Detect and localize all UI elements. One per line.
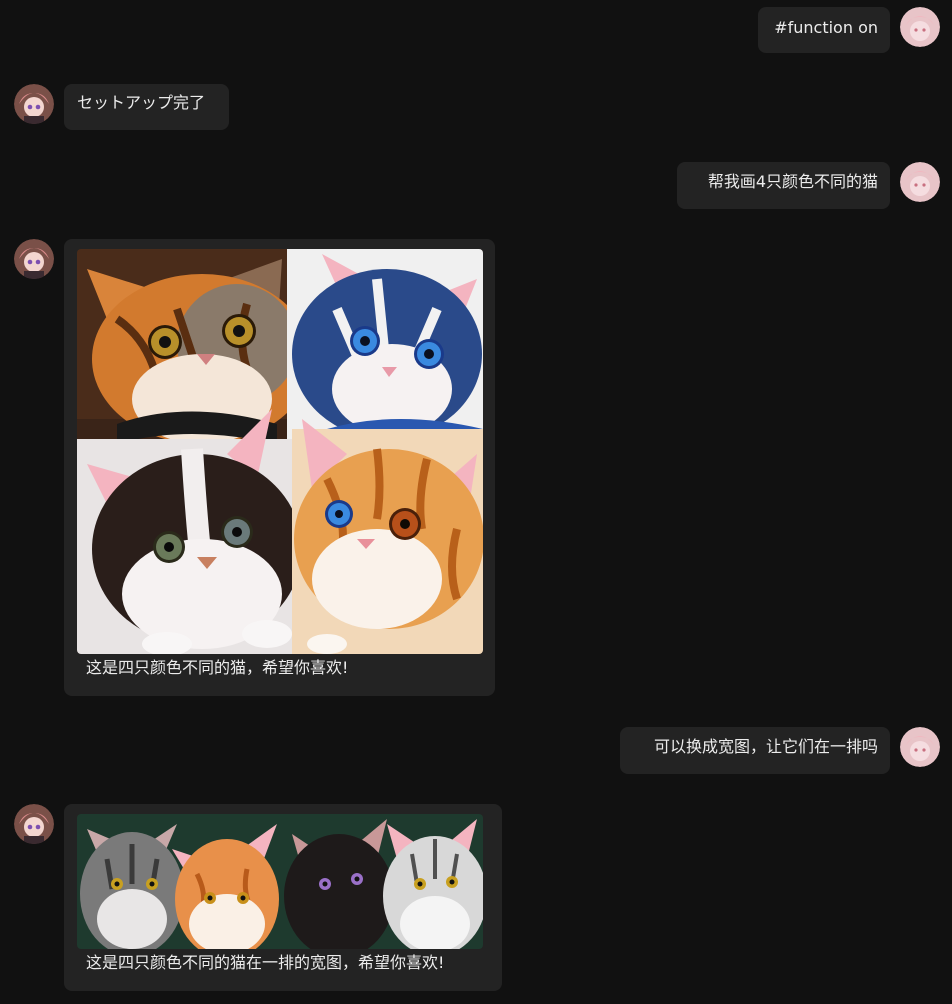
image-caption: 这是四只颜色不同的猫，希望你喜欢!: [86, 658, 349, 677]
message-text: セットアップ完了: [77, 93, 206, 112]
cat-gray-tabby: [80, 824, 184, 949]
message-text: 可以换成宽图，让它们在一排吗: [653, 737, 878, 756]
assistant-avatar[interactable]: [14, 84, 54, 124]
cat-silver-tabby: [383, 819, 483, 949]
cat-black-white: [77, 409, 302, 654]
assistant-avatar[interactable]: [14, 239, 54, 279]
user-avatar[interactable]: [900, 7, 940, 47]
cat-blue: [287, 249, 483, 454]
user-message-bubble: 帮我画4只颜色不同的猫: [677, 162, 890, 209]
generated-image-cats-in-row[interactable]: [77, 814, 483, 949]
user-message-bubble: 可以换成宽图，让它们在一排吗: [620, 727, 890, 774]
user-message-bubble: #function on: [758, 7, 890, 53]
user-avatar[interactable]: [900, 162, 940, 202]
cat-orange: [292, 419, 483, 654]
generated-image-four-cats[interactable]: [77, 249, 483, 654]
assistant-message-bubble: セットアップ完了: [64, 84, 229, 130]
assistant-image-message: 这是四只颜色不同的猫在一排的宽图，希望你喜欢!: [64, 804, 502, 991]
message-text: #function on: [774, 18, 878, 37]
assistant-image-message: 这是四只颜色不同的猫，希望你喜欢!: [64, 239, 495, 696]
image-caption: 这是四只颜色不同的猫在一排的宽图，希望你喜欢!: [86, 953, 445, 972]
assistant-avatar[interactable]: [14, 804, 54, 844]
message-text: 帮我画4只颜色不同的猫: [707, 172, 878, 191]
cat-tabby: [77, 249, 312, 444]
user-avatar[interactable]: [900, 727, 940, 767]
